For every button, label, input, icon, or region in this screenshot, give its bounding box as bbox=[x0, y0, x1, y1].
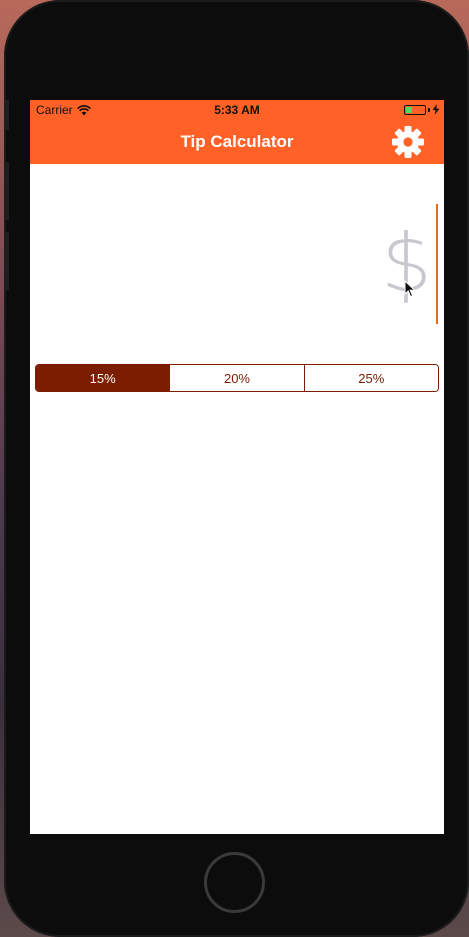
page-title: Tip Calculator bbox=[180, 132, 294, 151]
bill-amount-field[interactable]: $ bbox=[40, 204, 438, 324]
home-button[interactable] bbox=[204, 852, 265, 913]
status-time: 5:33 AM bbox=[214, 103, 260, 117]
tip-percentage-control: 15% 20% 25% bbox=[35, 364, 439, 392]
battery-nub bbox=[428, 107, 430, 112]
navigation-bar: Tip Calculator bbox=[30, 120, 444, 164]
charging-bolt-icon bbox=[432, 104, 440, 115]
tip-option-15-percent[interactable]: 15% bbox=[36, 365, 170, 391]
battery-icon bbox=[404, 104, 426, 115]
tip-option-25-percent[interactable]: 25% bbox=[303, 365, 438, 391]
bill-placeholder: $ bbox=[381, 217, 432, 310]
tip-option-20-percent[interactable]: 20% bbox=[169, 365, 304, 391]
battery-group bbox=[404, 104, 440, 115]
gear-icon bbox=[392, 126, 424, 158]
status-bar: Carrier 5:33 AM bbox=[30, 100, 444, 120]
volume-down-button bbox=[4, 232, 9, 290]
text-caret bbox=[436, 204, 438, 324]
mouse-pointer-icon bbox=[404, 280, 416, 298]
settings-button[interactable] bbox=[390, 124, 426, 160]
battery-level-fill bbox=[406, 106, 412, 113]
app-screen: Carrier 5:33 AM Tip Calculator $ 15% 20%… bbox=[30, 100, 444, 834]
mute-switch bbox=[4, 100, 9, 130]
volume-up-button bbox=[4, 162, 9, 220]
